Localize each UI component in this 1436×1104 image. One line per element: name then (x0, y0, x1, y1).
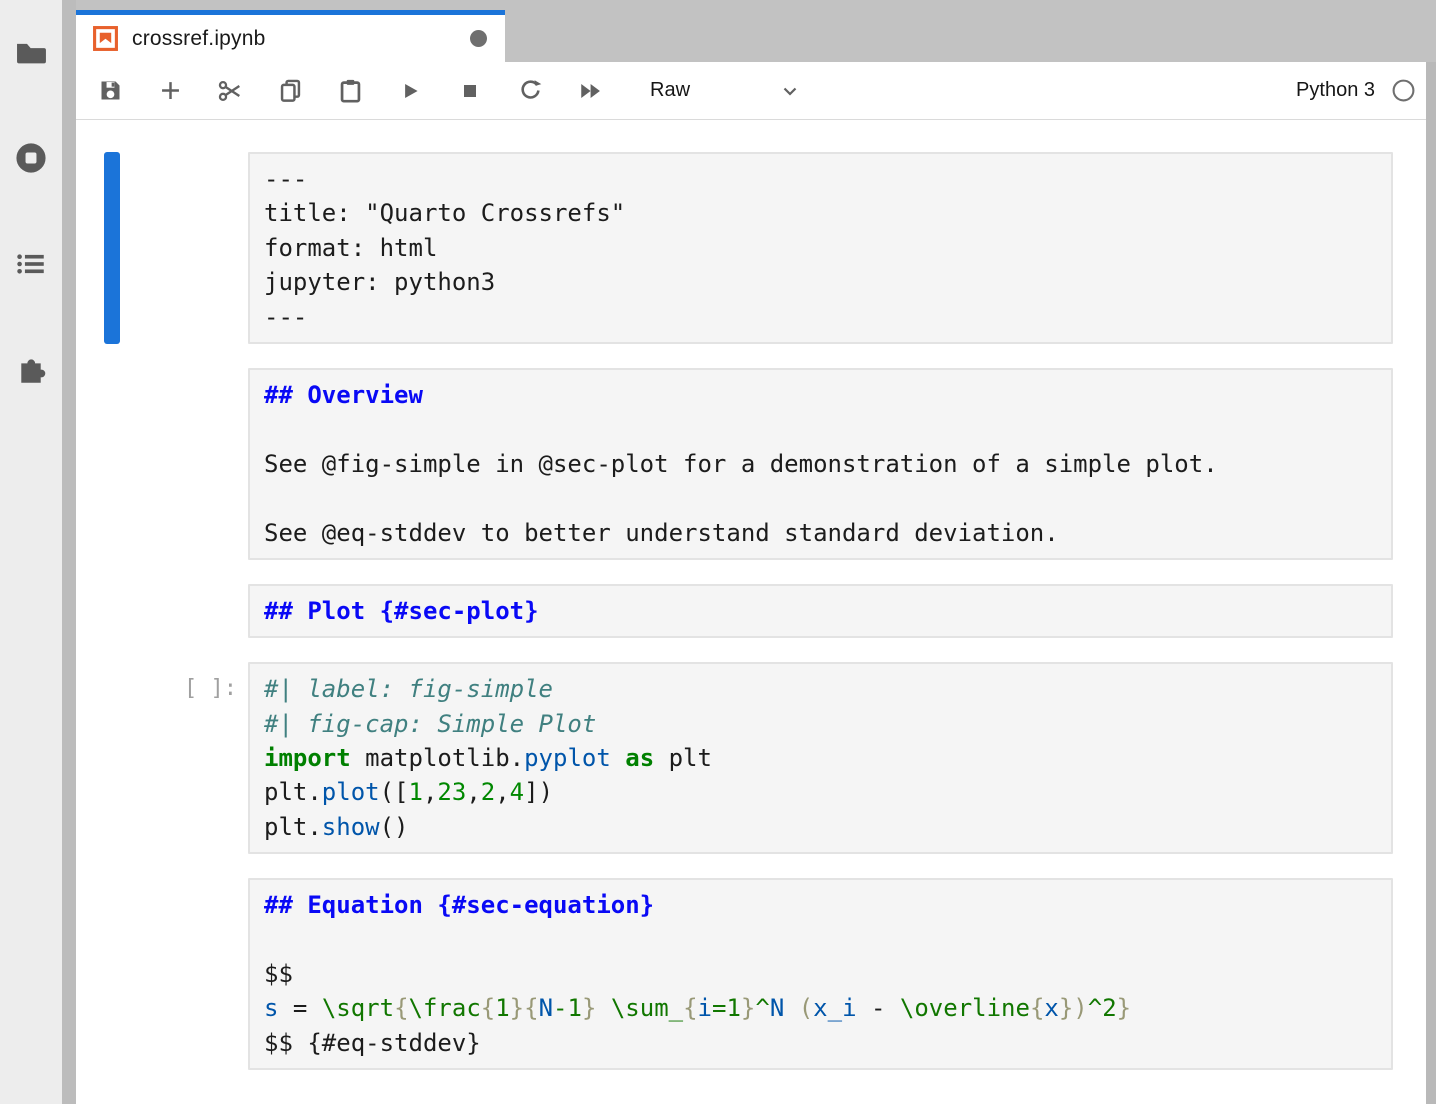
insert-cell-button[interactable] (156, 77, 184, 105)
cell-type-dropdown[interactable]: Raw (650, 79, 802, 103)
code-line: See @eq-stddev to better understand stan… (264, 516, 1377, 550)
code-line: format: html (264, 231, 1377, 265)
cell-collapser[interactable] (104, 584, 120, 638)
execution-count-prompt (120, 368, 248, 560)
cell-raw-frontmatter[interactable]: ---title: "Quarto Crossrefs"format: html… (104, 152, 1393, 344)
code-line: #| label: fig-simple (264, 672, 1377, 706)
cell-markdown-plot-heading[interactable]: ## Plot {#sec-plot} (104, 584, 1393, 638)
cell-collapser[interactable] (104, 662, 120, 854)
cell-editor[interactable]: ## Plot {#sec-plot} (248, 584, 1393, 638)
notebook-toolbar: Raw Python 3 (76, 62, 1426, 120)
execution-count-prompt (120, 152, 248, 344)
execution-count-prompt (120, 584, 248, 638)
window-edge (1426, 62, 1436, 1104)
restart-kernel-button[interactable] (516, 77, 544, 105)
cell-markdown-equation[interactable]: ## Equation {#sec-equation} $$s = \sqrt{… (104, 878, 1393, 1070)
cell-collapser[interactable] (104, 368, 120, 560)
sidebar-divider[interactable] (62, 0, 76, 1104)
cell-collapser[interactable] (104, 152, 120, 344)
cell-markdown-overview[interactable]: ## Overview See @fig-simple in @sec-plot… (104, 368, 1393, 560)
notebook-icon (92, 25, 119, 52)
paste-cells-button[interactable] (336, 77, 364, 105)
interrupt-kernel-button[interactable] (456, 77, 484, 105)
notebook-cells: ---title: "Quarto Crossrefs"format: html… (76, 152, 1426, 1070)
code-line: plt.show() (264, 810, 1377, 844)
code-line: $$ {#eq-stddev} (264, 1026, 1377, 1060)
extension-manager-icon[interactable] (14, 353, 48, 387)
code-line: --- (264, 162, 1377, 196)
copy-cells-button[interactable] (276, 77, 304, 105)
execution-count-prompt: [ ]: (120, 662, 248, 854)
code-line: ## Equation {#sec-equation} (264, 888, 1377, 922)
cell-editor[interactable]: ## Equation {#sec-equation} $$s = \sqrt{… (248, 878, 1393, 1070)
unsaved-changes-indicator[interactable] (470, 30, 487, 47)
cell-type-value: Raw (650, 79, 690, 102)
notebook-panel: ---title: "Quarto Crossrefs"format: html… (76, 120, 1426, 1104)
file-browser-icon[interactable] (14, 36, 48, 70)
cell-editor[interactable]: ## Overview See @fig-simple in @sec-plot… (248, 368, 1393, 560)
code-line: jupyter: python3 (264, 265, 1377, 299)
execution-count-prompt (120, 878, 248, 1070)
code-line: title: "Quarto Crossrefs" (264, 196, 1377, 230)
code-line: ## Overview (264, 378, 1377, 412)
code-line: plt.plot([1,23,2,4]) (264, 775, 1377, 809)
cell-editor[interactable]: #| label: fig-simple#| fig-cap: Simple P… (248, 662, 1393, 854)
cell-editor[interactable]: ---title: "Quarto Crossrefs"format: html… (248, 152, 1393, 344)
code-line (264, 923, 1377, 957)
table-of-contents-icon[interactable] (14, 247, 48, 281)
kernel-name[interactable]: Python 3 (1296, 79, 1375, 102)
kernel-status-icon[interactable] (1391, 78, 1416, 103)
chevron-down-icon (778, 79, 802, 103)
running-sessions-icon[interactable] (14, 141, 48, 175)
left-activity-bar (0, 0, 62, 1104)
code-line: #| fig-cap: Simple Plot (264, 707, 1377, 741)
cell-collapser[interactable] (104, 878, 120, 1070)
code-line: ## Plot {#sec-plot} (264, 594, 1377, 628)
restart-run-all-button[interactable] (576, 77, 604, 105)
tab-title: crossref.ipynb (132, 27, 266, 51)
cut-cells-button[interactable] (216, 77, 244, 105)
run-cell-button[interactable] (396, 77, 424, 105)
code-line (264, 412, 1377, 446)
code-line: See @fig-simple in @sec-plot for a demon… (264, 447, 1377, 481)
tab-crossref-ipynb[interactable]: crossref.ipynb (76, 10, 505, 62)
code-line: $$ (264, 957, 1377, 991)
dock-tab-bar: crossref.ipynb (62, 0, 1436, 62)
code-line: s = \sqrt{\frac{1}{N-1} \sum_{i=1}^N (x_… (264, 991, 1377, 1025)
cell-code-simple-plot[interactable]: [ ]:#| label: fig-simple#| fig-cap: Simp… (104, 662, 1393, 854)
code-line: --- (264, 300, 1377, 334)
save-button[interactable] (96, 77, 124, 105)
code-line (264, 481, 1377, 515)
code-line: import matplotlib.pyplot as plt (264, 741, 1377, 775)
